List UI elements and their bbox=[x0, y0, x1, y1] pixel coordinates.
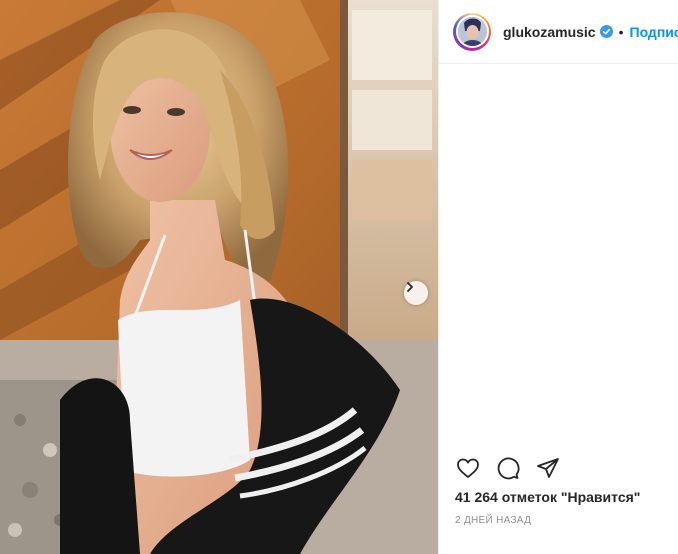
comment-button[interactable] bbox=[495, 455, 521, 481]
chevron-right-icon bbox=[407, 282, 413, 292]
post-sidebar: glukozamusic • Подписаться bbox=[438, 0, 678, 554]
username-link[interactable]: glukozamusic bbox=[503, 24, 596, 40]
share-button[interactable] bbox=[535, 455, 561, 481]
likes-count[interactable]: 41 264 отметок "Нравится" bbox=[455, 489, 640, 505]
verified-badge-icon bbox=[599, 25, 613, 38]
post-photo bbox=[0, 0, 438, 554]
post-header: glukozamusic • Подписаться bbox=[439, 0, 678, 64]
post-timestamp[interactable]: 2 ДНЕЙ НАЗАД bbox=[455, 515, 531, 526]
share-icon bbox=[537, 458, 559, 478]
action-bar bbox=[455, 455, 561, 481]
follow-button[interactable]: Подписаться bbox=[630, 24, 678, 40]
like-button[interactable] bbox=[455, 455, 481, 481]
post-media[interactable] bbox=[0, 0, 438, 554]
avatar[interactable] bbox=[453, 12, 491, 51]
instagram-post: glukozamusic • Подписаться bbox=[0, 0, 678, 554]
heart-icon bbox=[457, 458, 479, 478]
comment-icon bbox=[497, 457, 520, 480]
separator: • bbox=[618, 23, 624, 40]
next-photo-button[interactable] bbox=[404, 281, 428, 305]
avatar-image bbox=[455, 15, 489, 48]
